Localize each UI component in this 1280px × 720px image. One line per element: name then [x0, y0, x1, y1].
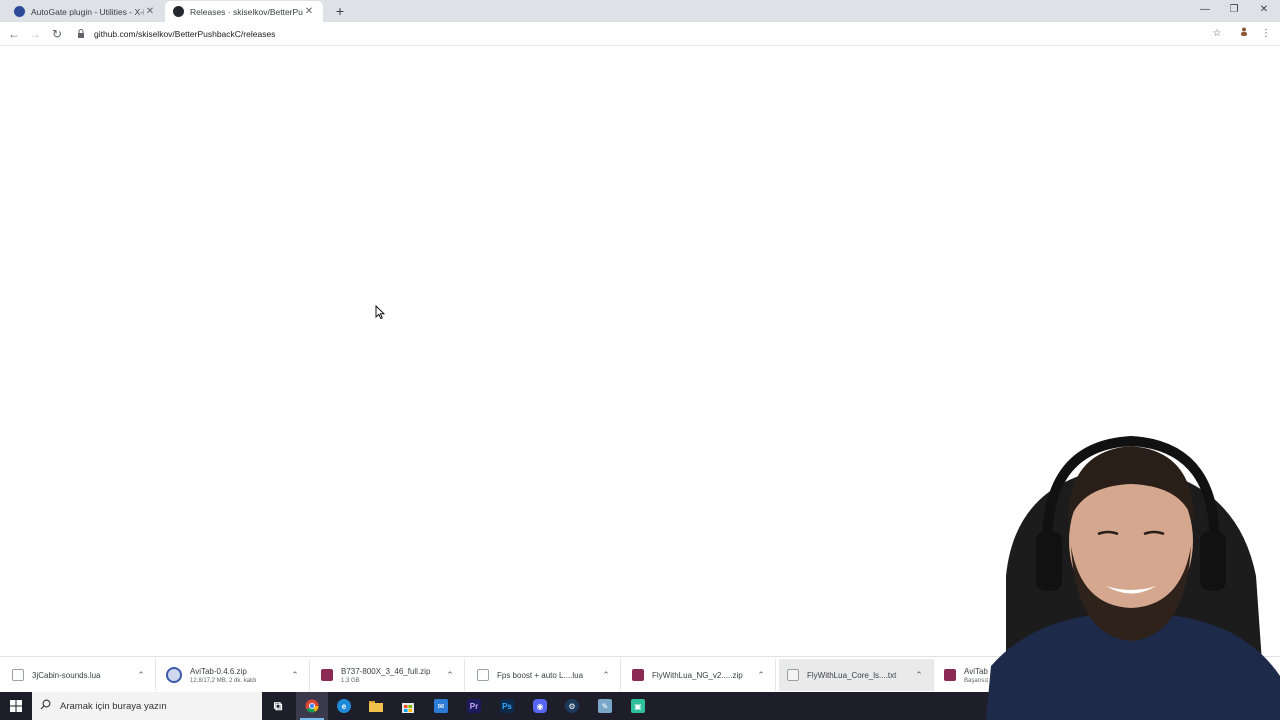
- premiere-icon[interactable]: Pr: [458, 692, 490, 720]
- download-item[interactable]: Fps boost + auto L....lua ⌃: [469, 659, 621, 691]
- streamlabs-icon[interactable]: ▣: [622, 692, 654, 720]
- download-name: AviTab-0.4.6.zip: [190, 666, 247, 676]
- forward-button[interactable]: →: [27, 26, 43, 42]
- folder-icon: [369, 701, 383, 712]
- search-placeholder: Aramak için buraya yazın: [60, 700, 167, 712]
- download-status: 12,8/17,2 MB, 2 dk. kaldı: [190, 677, 257, 684]
- store-bag-icon: [402, 703, 414, 713]
- chevron-up-icon[interactable]: ⌃: [289, 670, 301, 681]
- download-status: 1,3 GB: [341, 677, 360, 684]
- winrar-icon: [321, 669, 333, 681]
- winrar-icon: [632, 669, 644, 681]
- task-view-glyph: ⧉: [273, 698, 283, 713]
- download-item[interactable]: AviTab-0.4.6.zip 12,8/17,2 MB, 2 dk. kal…: [158, 659, 310, 691]
- chrome-logo-icon: [305, 699, 319, 713]
- windows-logo-icon: [10, 700, 22, 712]
- download-status: Başarısız: [964, 677, 988, 684]
- notepad-glyph: ✎: [598, 699, 612, 713]
- github-icon: [173, 6, 184, 17]
- chevron-up-icon[interactable]: ⌃: [135, 670, 147, 681]
- edge-glyph: e: [337, 699, 351, 713]
- streamer-figure: [986, 436, 1280, 720]
- chevron-up-icon[interactable]: ⌃: [755, 670, 767, 681]
- chevron-up-icon[interactable]: ⌃: [600, 670, 612, 681]
- menu-button[interactable]: ⋮: [1258, 26, 1274, 42]
- download-item[interactable]: 3jCabin-sounds.lua ⌃: [4, 659, 156, 691]
- back-button[interactable]: ←: [6, 26, 22, 42]
- download-item[interactable]: FlyWithLua_NG_v2.....zip ⌃: [624, 659, 776, 691]
- download-name: Fps boost + auto L....lua: [497, 670, 584, 680]
- discord-icon[interactable]: ◉: [524, 692, 556, 720]
- tab-releases[interactable]: Releases · skiselkov/BetterPushb ✕: [165, 1, 323, 22]
- close-icon[interactable]: ✕: [303, 6, 315, 17]
- download-name: FlyWithLua_NG_v2.....zip: [652, 670, 743, 680]
- store-icon[interactable]: [392, 692, 424, 720]
- download-progress-icon: [166, 667, 182, 683]
- close-icon[interactable]: ✕: [144, 6, 156, 17]
- file-icon: [477, 669, 489, 681]
- download-item[interactable]: B737-800X_3_46_full.zip 1,3 GB ⌃: [313, 659, 465, 691]
- address-bar[interactable]: github.com/skiselkov/BetterPushbackC/rel…: [76, 25, 1226, 43]
- mouse-cursor-icon: [375, 305, 385, 319]
- browser-toolbar: ← → ↻ github.com/skiselkov/BetterPushbac…: [0, 22, 1280, 46]
- file-icon: [12, 669, 24, 681]
- tab-title: Releases · skiselkov/BetterPushb: [190, 6, 303, 17]
- premiere-glyph: Pr: [467, 699, 481, 713]
- winrar-icon: [944, 669, 956, 681]
- mail-icon[interactable]: ✉: [425, 692, 457, 720]
- url-text: github.com/skiselkov/BetterPushbackC/rel…: [94, 29, 276, 39]
- notepad-icon[interactable]: ✎: [589, 692, 621, 720]
- restore-button[interactable]: ❐: [1219, 0, 1249, 20]
- tab-title: AutoGate plugin - Utilities - X-Pl: [31, 6, 144, 17]
- download-name: AviTab: [964, 666, 988, 676]
- text-file-icon: [787, 669, 799, 681]
- photoshop-glyph: Ps: [500, 699, 514, 713]
- chrome-icon[interactable]: [296, 692, 328, 720]
- close-window-button[interactable]: ✕: [1249, 0, 1279, 20]
- taskbar-search-input[interactable]: Aramak için buraya yazın: [32, 692, 262, 720]
- download-name: B737-800X_3_46_full.zip: [341, 666, 431, 676]
- tab-autogate[interactable]: AutoGate plugin - Utilities - X-Pl ✕: [6, 1, 164, 22]
- streamlabs-glyph: ▣: [631, 699, 645, 713]
- download-name: FlyWithLua_Core_ls....txt: [807, 670, 897, 680]
- tab-strip: AutoGate plugin - Utilities - X-Pl ✕ Rel…: [0, 0, 1280, 22]
- discord-glyph: ◉: [533, 699, 547, 713]
- download-name: 3jCabin-sounds.lua: [32, 670, 101, 680]
- steam-glyph: ⚙: [565, 699, 579, 713]
- reload-button[interactable]: ↻: [49, 26, 65, 42]
- webcam-overlay: [986, 436, 1280, 720]
- lock-icon: [76, 29, 86, 39]
- new-tab-button[interactable]: +: [332, 3, 348, 19]
- xplane-globe-icon: [14, 6, 25, 17]
- search-icon: [40, 699, 54, 713]
- chevron-up-icon[interactable]: ⌃: [444, 670, 456, 681]
- profile-avatar[interactable]: [1236, 26, 1252, 42]
- bookmark-star-icon[interactable]: ☆: [1209, 26, 1225, 42]
- minimize-button[interactable]: —: [1190, 0, 1220, 20]
- file-explorer-icon[interactable]: [360, 692, 392, 720]
- steam-icon[interactable]: ⚙: [556, 692, 588, 720]
- download-item[interactable]: FlyWithLua_Core_ls....txt ⌃: [779, 659, 934, 691]
- mail-glyph: ✉: [434, 699, 448, 713]
- edge-icon[interactable]: e: [328, 692, 360, 720]
- start-button[interactable]: [0, 692, 32, 720]
- chevron-up-icon[interactable]: ⌃: [913, 670, 925, 681]
- task-view-icon[interactable]: ⧉: [262, 692, 294, 720]
- photoshop-icon[interactable]: Ps: [491, 692, 523, 720]
